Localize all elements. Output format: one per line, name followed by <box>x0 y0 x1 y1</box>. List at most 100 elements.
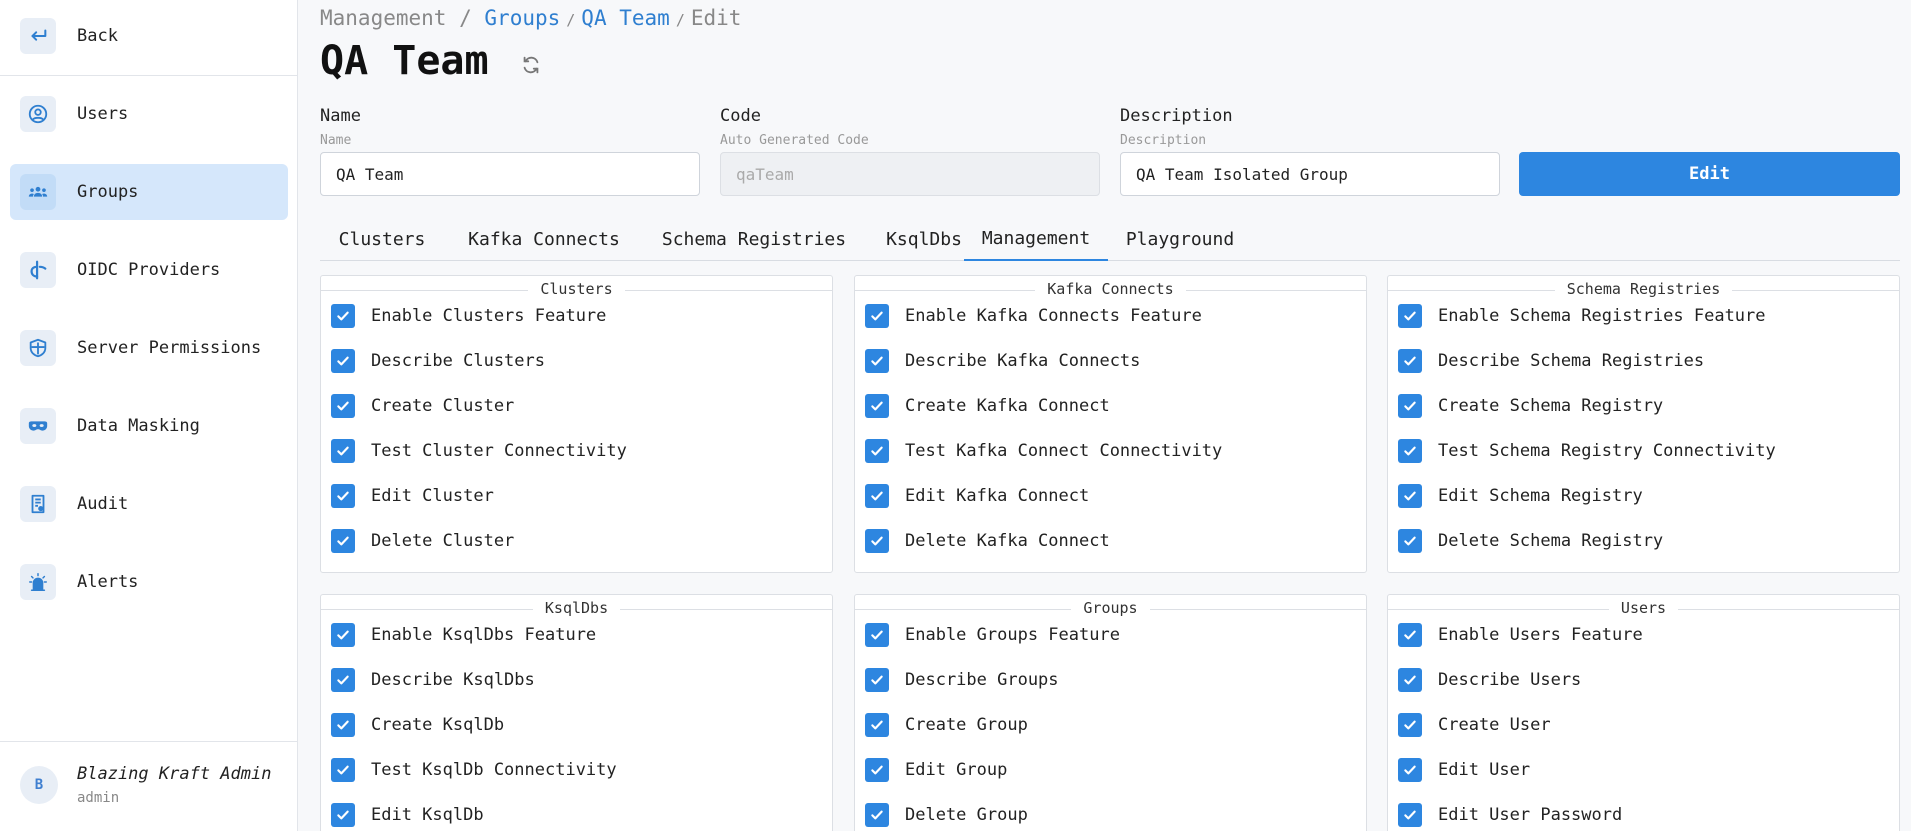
tab-clusters[interactable]: Clusters <box>320 218 444 261</box>
checkbox-checked-icon[interactable] <box>331 668 355 692</box>
checkbox-checked-icon[interactable] <box>331 803 355 827</box>
permission-item[interactable]: Test Kafka Connect Connectivity <box>865 439 1222 463</box>
sidebar-item-users[interactable]: Users <box>10 86 288 142</box>
permission-panel: Schema Registries Enable Schema Registrie… <box>1387 275 1900 573</box>
checkbox-checked-icon[interactable] <box>331 529 355 553</box>
back-button[interactable]: Back <box>10 8 288 64</box>
permission-item[interactable]: Edit Cluster <box>331 484 494 508</box>
sidebar-item-groups[interactable]: Groups <box>10 164 288 220</box>
audit-icon <box>20 486 56 522</box>
checkbox-checked-icon[interactable] <box>1398 803 1422 827</box>
permission-item[interactable]: Create Kafka Connect <box>865 394 1110 418</box>
tab-schema-registries[interactable]: Schema Registries <box>644 218 864 261</box>
checkbox-checked-icon[interactable] <box>865 529 889 553</box>
permission-item[interactable]: Delete Group <box>865 803 1028 827</box>
permission-item[interactable]: Test Cluster Connectivity <box>331 439 627 463</box>
permission-item[interactable]: Edit User <box>1398 758 1530 782</box>
sidebar-item-label: Groups <box>77 182 139 202</box>
permission-item[interactable]: Create Group <box>865 713 1028 737</box>
checkbox-checked-icon[interactable] <box>1398 529 1422 553</box>
permission-item[interactable]: Enable Users Feature <box>1398 623 1643 647</box>
sidebar-item-oidc-providers[interactable]: OIDC Providers <box>10 242 288 298</box>
checkbox-checked-icon[interactable] <box>331 713 355 737</box>
permission-item[interactable]: Describe KsqlDbs <box>331 668 535 692</box>
permission-item[interactable]: Edit KsqlDb <box>331 803 484 827</box>
permission-item[interactable]: Edit Kafka Connect <box>865 484 1089 508</box>
panel-title: Schema Registries <box>1388 280 1899 298</box>
name-sublabel: Name <box>320 133 352 148</box>
permission-item[interactable]: Edit Group <box>865 758 1007 782</box>
permission-item[interactable]: Enable Schema Registries Feature <box>1398 304 1766 328</box>
checkbox-checked-icon[interactable] <box>865 803 889 827</box>
description-input[interactable] <box>1120 152 1500 196</box>
edit-button[interactable]: Edit <box>1519 152 1900 196</box>
tab-playground[interactable]: Playground <box>1108 218 1252 261</box>
permission-item[interactable]: Enable Kafka Connects Feature <box>865 304 1202 328</box>
sidebar-item-audit[interactable]: Audit <box>10 476 288 532</box>
permission-panel: KsqlDbs Enable KsqlDbs Feature Describe Ks… <box>320 594 833 831</box>
permission-item[interactable]: Create Schema Registry <box>1398 394 1663 418</box>
permission-item[interactable]: Delete Cluster <box>331 529 514 553</box>
checkbox-checked-icon[interactable] <box>331 623 355 647</box>
checkbox-checked-icon[interactable] <box>1398 713 1422 737</box>
sidebar-item-data-masking[interactable]: Data Masking <box>10 398 288 454</box>
tab-management[interactable]: Management <box>964 218 1108 261</box>
checkbox-checked-icon[interactable] <box>331 394 355 418</box>
sidebar-item-server-permissions[interactable]: Server Permissions <box>10 320 288 376</box>
checkbox-checked-icon[interactable] <box>865 484 889 508</box>
sidebar-item-alerts[interactable]: Alerts <box>10 554 288 610</box>
checkbox-checked-icon[interactable] <box>1398 758 1422 782</box>
checkbox-checked-icon[interactable] <box>331 349 355 373</box>
checkbox-checked-icon[interactable] <box>331 439 355 463</box>
checkbox-checked-icon[interactable] <box>1398 623 1422 647</box>
breadcrumb-separator: / <box>566 11 576 29</box>
breadcrumb-groups-link[interactable]: Groups <box>484 6 560 30</box>
checkbox-checked-icon[interactable] <box>865 668 889 692</box>
permission-panel: Groups Enable Groups Feature Describe Grou… <box>854 594 1367 831</box>
permission-item[interactable]: Create Cluster <box>331 394 514 418</box>
permission-item[interactable]: Create User <box>1398 713 1551 737</box>
permission-item[interactable]: Edit User Password <box>1398 803 1622 827</box>
permission-item[interactable]: Describe Clusters <box>331 349 545 373</box>
permission-item[interactable]: Create KsqlDb <box>331 713 504 737</box>
checkbox-checked-icon[interactable] <box>865 394 889 418</box>
permission-item[interactable]: Test KsqlDb Connectivity <box>331 758 617 782</box>
checkbox-checked-icon[interactable] <box>865 439 889 463</box>
user-profile[interactable]: B Blazing Kraft Admin admin <box>20 764 271 806</box>
permission-item[interactable]: Test Schema Registry Connectivity <box>1398 439 1776 463</box>
checkbox-checked-icon[interactable] <box>331 758 355 782</box>
permission-item[interactable]: Describe Users <box>1398 668 1581 692</box>
permission-item[interactable]: Describe Schema Registries <box>1398 349 1704 373</box>
checkbox-checked-icon[interactable] <box>1398 304 1422 328</box>
refresh-icon[interactable] <box>520 54 542 76</box>
permission-item[interactable]: Describe Groups <box>865 668 1059 692</box>
name-input[interactable] <box>320 152 700 196</box>
checkbox-checked-icon[interactable] <box>865 349 889 373</box>
groups-icon <box>20 174 56 210</box>
permission-item[interactable]: Enable Clusters Feature <box>331 304 606 328</box>
checkbox-checked-icon[interactable] <box>1398 484 1422 508</box>
permission-item[interactable]: Edit Schema Registry <box>1398 484 1643 508</box>
permission-item[interactable]: Describe Kafka Connects <box>865 349 1140 373</box>
tab-kafka-connects[interactable]: Kafka Connects <box>444 218 644 261</box>
permission-item[interactable]: Delete Kafka Connect <box>865 529 1110 553</box>
panel-title: Users <box>1388 599 1899 617</box>
panel-title: KsqlDbs <box>321 599 832 617</box>
checkbox-checked-icon[interactable] <box>1398 668 1422 692</box>
checkbox-checked-icon[interactable] <box>865 713 889 737</box>
checkbox-checked-icon[interactable] <box>1398 439 1422 463</box>
checkbox-checked-icon[interactable] <box>865 623 889 647</box>
checkbox-checked-icon[interactable] <box>865 304 889 328</box>
permission-item[interactable]: Enable KsqlDbs Feature <box>331 623 596 647</box>
permission-item[interactable]: Enable Groups Feature <box>865 623 1120 647</box>
checkbox-checked-icon[interactable] <box>331 304 355 328</box>
code-input <box>720 152 1100 196</box>
checkbox-checked-icon[interactable] <box>331 484 355 508</box>
checkbox-checked-icon[interactable] <box>865 758 889 782</box>
checkbox-checked-icon[interactable] <box>1398 394 1422 418</box>
breadcrumb-team-link[interactable]: QA Team <box>581 6 670 30</box>
checkbox-checked-icon[interactable] <box>1398 349 1422 373</box>
sidebar-footer-divider <box>0 741 298 742</box>
permission-label: Enable Clusters Feature <box>371 306 607 326</box>
permission-item[interactable]: Delete Schema Registry <box>1398 529 1663 553</box>
